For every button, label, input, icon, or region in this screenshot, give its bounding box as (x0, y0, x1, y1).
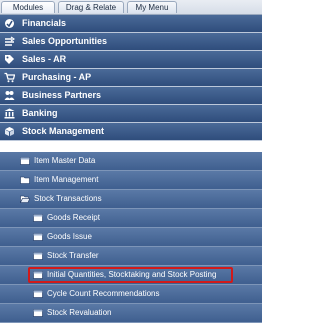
document-icon (33, 252, 43, 260)
tree-item-label: Item Master Data (34, 156, 96, 165)
tree-item-stock-revaluation[interactable]: Stock Revaluation (0, 304, 262, 323)
shopping-cart-icon (4, 72, 15, 83)
main-menu-window: Modules Drag & Relate My Menu Financials… (0, 0, 262, 323)
module-list: Financials Sales Opportunities Sales - A… (0, 15, 262, 141)
tree-item-item-master-data[interactable]: Item Master Data (0, 152, 262, 171)
tree-item-label: Stock Revaluation (47, 308, 112, 317)
module-stock-management[interactable]: Stock Management (0, 123, 262, 141)
tab-modules[interactable]: Modules (1, 1, 55, 13)
document-icon (33, 214, 43, 222)
stock-management-tree: Item Master Data Item Management Stock T… (0, 152, 262, 323)
opportunities-icon (5, 36, 15, 46)
partners-icon (4, 91, 15, 100)
tree-item-label: Goods Issue (47, 232, 92, 241)
tab-my-menu[interactable]: My Menu (127, 1, 177, 13)
module-financials[interactable]: Financials (0, 15, 262, 33)
module-sales-opportunities[interactable]: Sales Opportunities (0, 33, 262, 51)
document-icon (20, 157, 30, 165)
module-label: Sales Opportunities (22, 36, 108, 46)
document-icon (33, 271, 43, 279)
module-label: Financials (22, 18, 67, 28)
module-label: Business Partners (22, 90, 102, 100)
module-banking[interactable]: Banking (0, 105, 262, 123)
open-folder-icon (20, 195, 30, 203)
tree-item-label: Stock Transfer (47, 251, 99, 260)
module-label: Banking (22, 108, 58, 118)
tree-item-label: Cycle Count Recommendations (47, 289, 160, 298)
bank-icon (4, 108, 15, 119)
document-icon (33, 290, 43, 298)
tree-item-stock-transactions[interactable]: Stock Transactions (0, 190, 262, 209)
tree-item-label: Item Management (34, 175, 99, 184)
stock-icon (5, 127, 14, 136)
sales-tag-icon (5, 55, 14, 64)
module-sales-ar[interactable]: Sales - AR (0, 51, 262, 69)
financials-icon (5, 19, 14, 28)
module-label: Stock Management (22, 126, 105, 136)
module-business-partners[interactable]: Business Partners (0, 87, 262, 105)
module-label: Sales - AR (22, 54, 67, 64)
tree-item-goods-issue[interactable]: Goods Issue (0, 228, 262, 247)
tree-item-goods-receipt[interactable]: Goods Receipt (0, 209, 262, 228)
tree-item-label: Initial Quantities, Stocktaking and Stoc… (47, 270, 217, 279)
tree-item-initial-quantities[interactable]: Initial Quantities, Stocktaking and Stoc… (0, 266, 262, 285)
tab-drag-and-relate[interactable]: Drag & Relate (58, 1, 124, 13)
folder-icon (20, 176, 30, 184)
tree-item-item-management[interactable]: Item Management (0, 171, 262, 190)
tree-item-stock-transfer[interactable]: Stock Transfer (0, 247, 262, 266)
menu-tab-bar: Modules Drag & Relate My Menu (0, 0, 262, 15)
document-icon (33, 309, 43, 317)
tree-item-label: Goods Receipt (47, 213, 100, 222)
module-purchasing-ap[interactable]: Purchasing - AP (0, 69, 262, 87)
module-label: Purchasing - AP (22, 72, 92, 82)
document-icon (33, 233, 43, 241)
tree-item-cycle-count-recommendations[interactable]: Cycle Count Recommendations (0, 285, 262, 304)
tree-item-label: Stock Transactions (34, 194, 102, 203)
